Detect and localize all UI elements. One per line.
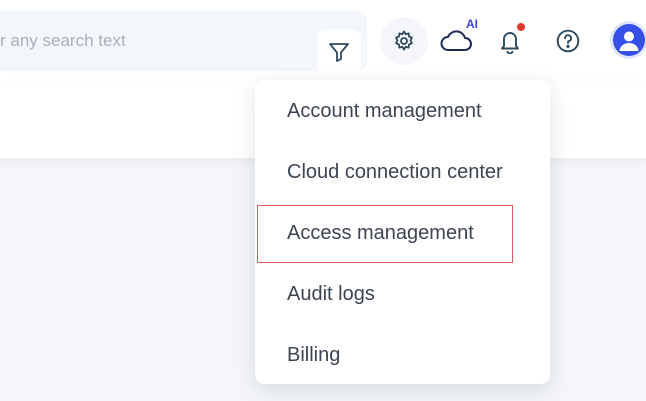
settings-dropdown-menu: Account management Cloud connection cent… bbox=[255, 80, 550, 384]
menu-item-billing[interactable]: Billing bbox=[255, 330, 550, 380]
ai-badge: AI bbox=[466, 17, 478, 31]
settings-button[interactable] bbox=[380, 17, 428, 65]
bell-icon bbox=[501, 32, 519, 54]
notifications-button[interactable] bbox=[488, 19, 532, 63]
filter-button[interactable] bbox=[317, 30, 361, 74]
search-bar[interactable]: r any search text bbox=[0, 11, 367, 74]
menu-item-account-management[interactable]: Account management bbox=[255, 86, 550, 136]
help-icon bbox=[556, 29, 580, 53]
gear-icon bbox=[395, 30, 413, 51]
search-placeholder[interactable]: r any search text bbox=[0, 31, 126, 51]
cloud-icon bbox=[440, 30, 472, 51]
menu-item-audit-logs[interactable]: Audit logs bbox=[255, 269, 550, 319]
menu-item-access-management[interactable]: Access management bbox=[255, 205, 550, 263]
filter-icon bbox=[329, 43, 349, 62]
help-button[interactable] bbox=[546, 19, 590, 63]
notification-dot bbox=[517, 23, 525, 31]
user-avatar-button[interactable] bbox=[613, 24, 645, 56]
user-avatar-icon bbox=[619, 31, 639, 51]
top-bar: r any search text AI bbox=[0, 0, 646, 82]
menu-item-cloud-connection-center[interactable]: Cloud connection center bbox=[255, 147, 550, 197]
